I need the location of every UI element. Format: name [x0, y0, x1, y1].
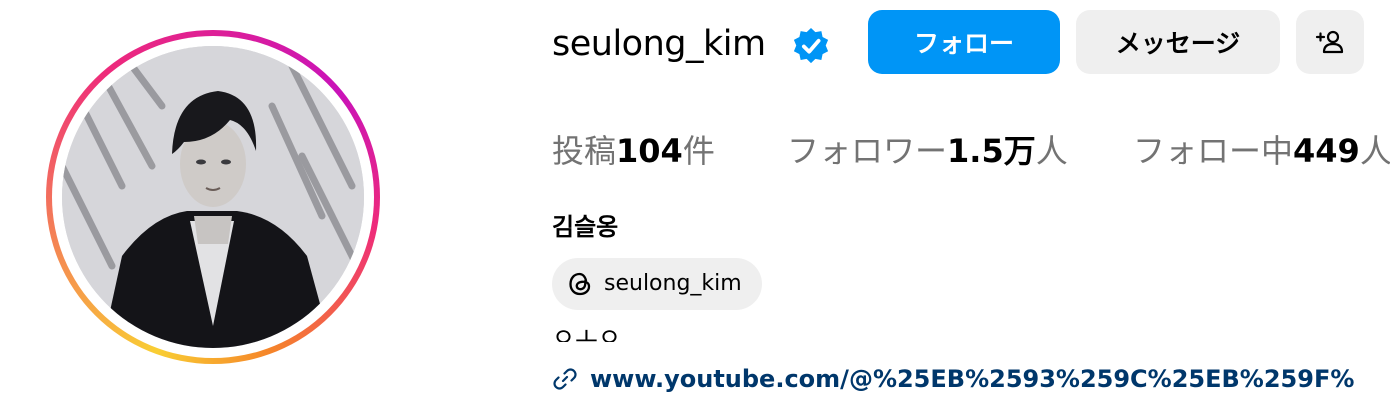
- stat-following-value: 449: [1293, 132, 1360, 170]
- story-ring[interactable]: [46, 30, 380, 364]
- stat-following-suffix: 人: [1359, 132, 1390, 170]
- external-link-row[interactable]: www.youtube.com/@%25EB%2593%259C%25EB%25…: [552, 360, 1390, 400]
- stat-following[interactable]: フォロー中449人: [1133, 128, 1390, 174]
- stat-followers-suffix: 人: [1035, 132, 1068, 170]
- avatar[interactable]: [62, 46, 364, 348]
- threads-handle: seulong_kim: [604, 271, 742, 296]
- link-icon: [553, 368, 577, 390]
- message-button[interactable]: メッセージ: [1076, 10, 1280, 74]
- stat-followers-prefix: フォロワー: [787, 132, 948, 170]
- threads-icon: [569, 272, 591, 296]
- full-name: 김슬옹: [552, 213, 619, 241]
- suggested-accounts-button[interactable]: [1296, 10, 1364, 74]
- username: seulong_kim: [552, 24, 766, 64]
- stat-posts-prefix: 投稿: [552, 132, 617, 170]
- profile-stats: 投稿104件 フォロワー1.5万人 フォロー中449人: [0, 128, 1390, 178]
- follow-button[interactable]: フォロー: [868, 10, 1060, 74]
- stat-posts-suffix: 件: [682, 132, 715, 170]
- bio-text: ㅇㅗㅇ: [552, 323, 622, 342]
- stat-following-prefix: フォロー中: [1133, 132, 1294, 170]
- stat-posts-value: 104: [616, 132, 683, 170]
- stat-followers[interactable]: フォロワー1.5万人: [787, 128, 1068, 174]
- external-link[interactable]: www.youtube.com/@%25EB%2593%259C%25EB%25…: [590, 362, 1354, 396]
- avatar-image: [62, 46, 364, 348]
- threads-link-chip[interactable]: seulong_kim: [552, 258, 762, 310]
- add-person-icon: [1315, 30, 1344, 54]
- stat-followers-value: 1.5万: [947, 132, 1036, 170]
- verified-badge-icon: [793, 27, 829, 64]
- stat-posts: 投稿104件: [552, 128, 715, 174]
